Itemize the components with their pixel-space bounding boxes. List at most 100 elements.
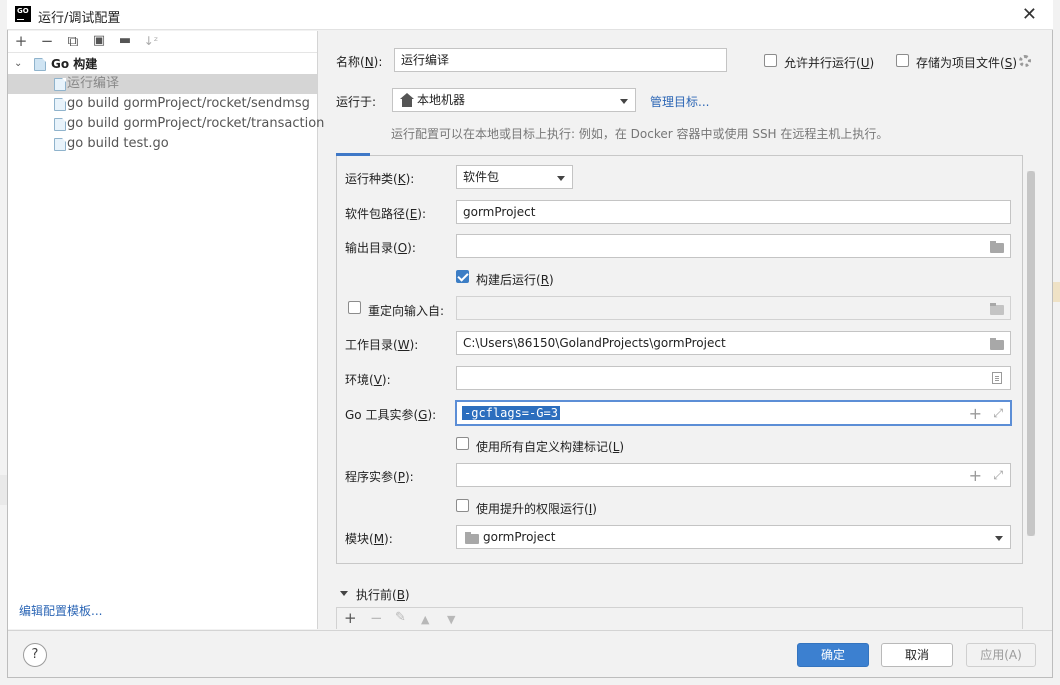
save-icon[interactable]: ▣ [91,33,107,49]
use-all-tags-checkbox[interactable] [456,437,469,450]
run-on-value: 本地机器 [417,93,466,107]
chevron-down-icon [557,176,565,181]
output-dir-label: 输出目录(O): [345,241,416,255]
panel-scrollbar[interactable] [1027,171,1035,536]
config-tree-pane: + − ⧉ ▣ ▬ ↓ᶻ ⌄ Go 构建 运行编译 go build gormP… [8,31,324,629]
run-after-build-label: 构建后运行(R) [476,273,554,287]
new-folder-icon[interactable]: ▬ [117,33,133,49]
before-launch-panel: + − ✎ ▲ ▼ [336,607,1023,629]
elevated-checkbox[interactable] [456,499,469,512]
env-label: 环境(V): [345,373,391,387]
dialog-footer: ? 确定 取消 应用(A) [8,630,1052,677]
remove-icon[interactable]: − [39,33,55,49]
run-on-label: 运行于: [336,95,377,109]
edit-templates-link[interactable]: 编辑配置模板... [19,602,102,619]
tree-group-label: Go 构建 [51,57,98,71]
folder-icon[interactable] [990,338,1004,350]
working-dir-input[interactable]: C:\Users\86150\GolandProjects\gormProjec… [456,331,1011,355]
run-after-build-checkbox[interactable] [456,270,469,283]
cancel-button[interactable]: 取消 [881,643,953,667]
go-file-icon [54,138,66,151]
config-tree: ⌄ Go 构建 运行编译 go build gormProject/rocket… [8,54,324,154]
working-dir-label: 工作目录(W): [345,338,419,352]
use-all-tags-label: 使用所有自定义构建标记(L) [476,440,625,454]
remove-icon[interactable]: − [370,610,383,626]
copy-icon[interactable]: ⧉ [65,33,81,49]
go-build-icon [34,58,46,71]
package-path-input[interactable]: gormProject [456,200,1011,224]
go-file-icon [54,98,66,111]
folder-icon[interactable] [990,241,1004,253]
home-icon [400,93,414,107]
run-kind-select[interactable]: 软件包 [456,165,573,189]
chevron-down-icon [620,99,628,104]
dialog-title: 运行/调试配置 [38,11,121,26]
scrollbar-thumb[interactable] [1027,171,1035,536]
tab-indicator [336,153,370,156]
expand-icon[interactable]: ⤢ [993,468,1003,482]
tree-item[interactable]: 运行编译 [8,74,317,94]
apply-button[interactable]: 应用(A) [966,643,1036,667]
add-icon[interactable]: + [13,33,29,49]
tree-item[interactable]: go build gormProject/rocket/transaction [8,114,324,134]
move-down-icon[interactable]: ▼ [447,612,455,628]
plus-icon[interactable]: + [969,406,982,422]
tree-item[interactable]: go build test.go [8,134,317,154]
allow-parallel-checkbox[interactable] [764,54,777,67]
redirect-input-label: 重定向输入自: [368,304,445,318]
chevron-down-icon[interactable]: ⌄ [14,54,22,74]
config-editor: 名称(N): 运行编译 允许并行运行(U) 存储为项目文件(S) 运行于: 本地… [319,31,1052,629]
run-on-hint: 运行配置可以在本地或目标上执行: 例如，在 Docker 容器中或使用 SSH … [391,127,889,141]
expand-icon[interactable]: ⤢ [993,406,1003,420]
title-bar: GO 运行/调试配置 ✕ [7,0,1053,30]
background-window-edge-right [1053,282,1060,302]
module-folder-icon [465,532,479,544]
store-as-file-checkbox[interactable] [896,54,909,67]
ok-button[interactable]: 确定 [797,643,869,667]
tree-item-label: go build gormProject/rocket/sendmsg [67,96,310,111]
before-launch-label[interactable]: 执行前(B) [356,586,410,603]
program-args-label: 程序实参(P): [345,470,414,484]
go-file-icon [54,78,66,91]
move-up-icon[interactable]: ▲ [421,612,429,628]
help-button[interactable]: ? [23,643,47,667]
close-icon[interactable]: ✕ [1022,4,1037,25]
go-file-icon [54,118,66,131]
sort-icon[interactable]: ↓ᶻ [143,33,159,49]
redirect-input-checkbox[interactable] [348,301,361,314]
store-as-file-label: 存储为项目文件(S) [916,56,1017,70]
add-icon[interactable]: + [344,610,357,626]
edit-pencil-icon[interactable]: ✎ [395,610,406,626]
module-value: gormProject [483,530,556,544]
program-args-input[interactable]: + ⤢ [456,463,1011,487]
tree-item-label: go build test.go [67,136,169,151]
name-input[interactable]: 运行编译 [394,48,727,72]
go-tool-args-input[interactable]: -gcflags=-G=3 + ⤢ [455,400,1012,426]
tree-item[interactable]: go build gormProject/rocket/sendmsg [8,94,317,114]
go-tool-args-label: Go 工具实参(G): [345,408,437,422]
gear-icon[interactable] [1019,55,1031,67]
working-dir-value: C:\Users\86150\GolandProjects\gormProjec… [463,336,726,350]
run-kind-value: 软件包 [463,170,500,184]
run-on-select[interactable]: 本地机器 [392,88,636,112]
tree-item-label: 运行编译 [67,76,120,91]
package-path-label: 软件包路径(E): [345,207,427,221]
elevated-label: 使用提升的权限运行(I) [476,502,597,516]
plus-icon[interactable]: + [969,468,982,484]
tree-item-label: go build gormProject/rocket/transaction [67,116,325,131]
tree-group-go-build[interactable]: ⌄ Go 构建 [8,54,317,74]
background-window-edge [0,475,7,505]
redirect-input-field [456,296,1011,320]
allow-parallel-label: 允许并行运行(U) [784,56,875,70]
document-icon[interactable] [992,372,1002,384]
chevron-down-icon [995,536,1003,541]
env-input[interactable] [456,366,1011,390]
output-dir-input[interactable] [456,234,1011,258]
tree-toolbar: + − ⧉ ▣ ▬ ↓ᶻ [8,31,317,53]
manage-targets-link[interactable]: 管理目标... [650,93,709,110]
before-launch-collapse-icon[interactable] [340,591,348,596]
goland-app-icon: GO [15,6,31,22]
module-select[interactable]: gormProject [456,525,1011,549]
run-kind-label: 运行种类(K): [345,172,415,186]
name-label: 名称(N): [336,55,383,69]
